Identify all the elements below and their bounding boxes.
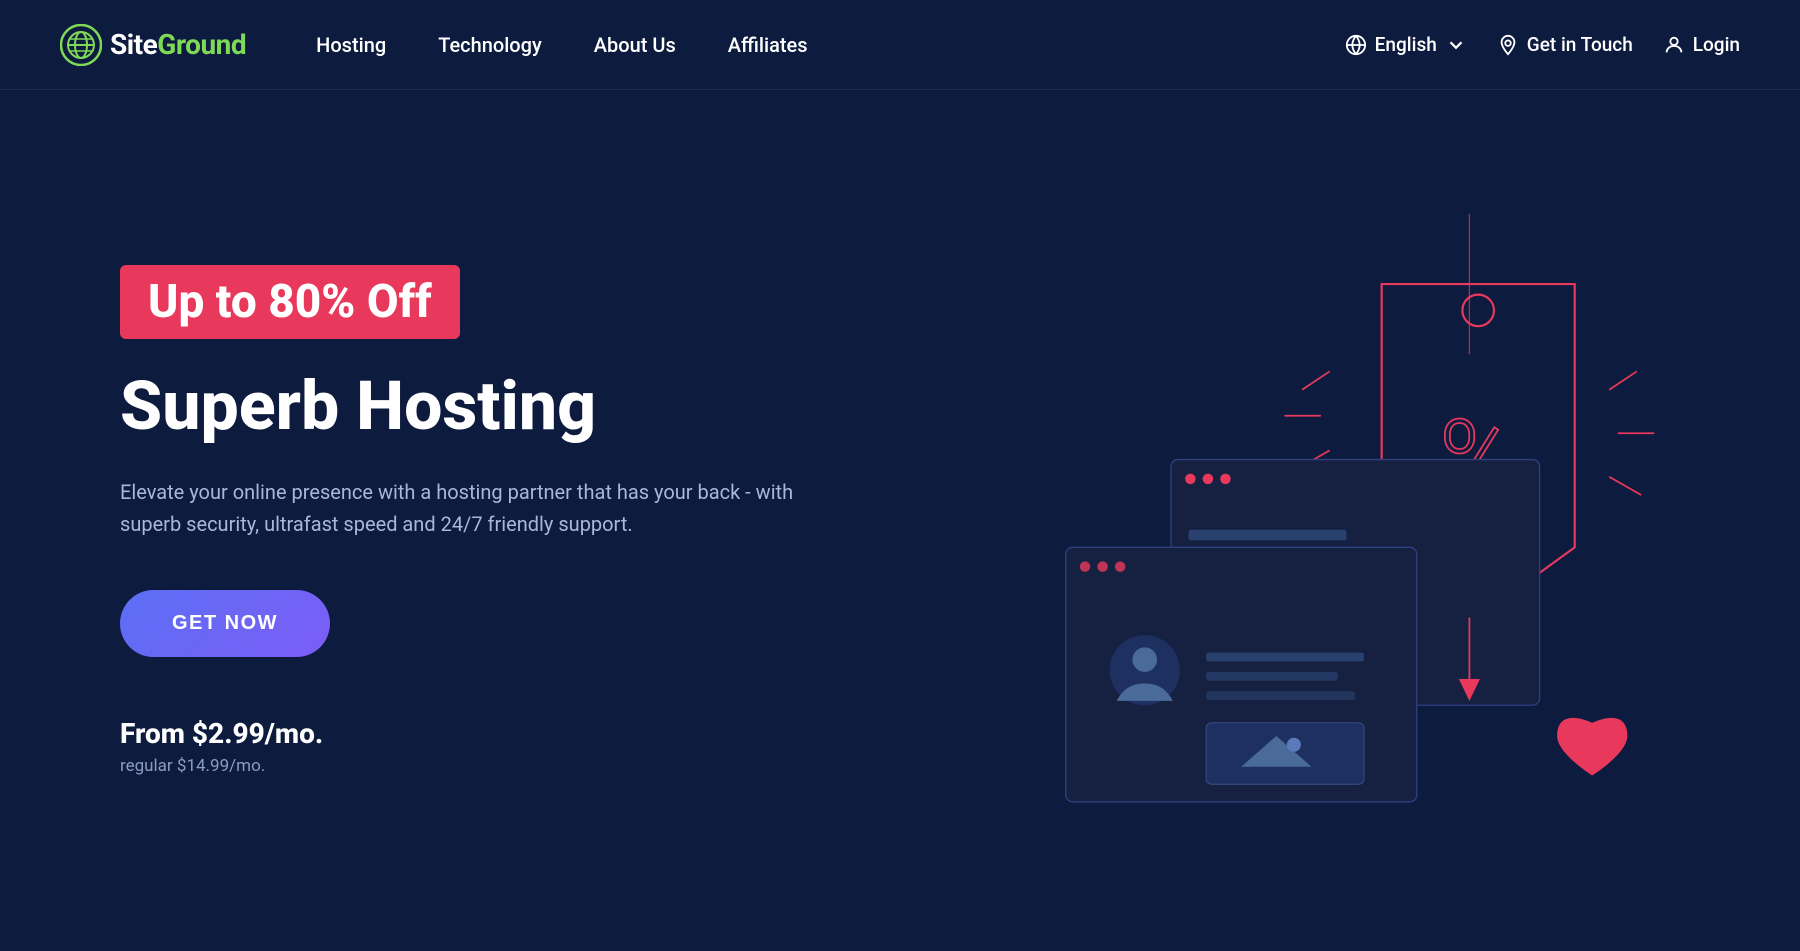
nav-link-about-us[interactable]: About Us [574, 23, 696, 67]
user-icon [1663, 34, 1685, 56]
chevron-down-icon [1445, 34, 1467, 56]
get-in-touch-link[interactable]: Get in Touch [1497, 33, 1633, 56]
login-link[interactable]: Login [1663, 33, 1740, 56]
location-icon [1497, 34, 1519, 56]
price-regular: regular $14.99/mo. [120, 756, 978, 776]
hero-description: Elevate your online presence with a host… [120, 476, 800, 540]
logo[interactable]: SiteGround [60, 24, 246, 66]
navbar: SiteGround Hosting Technology About Us A… [0, 0, 1800, 90]
cta-button[interactable]: GET NOW [120, 590, 330, 657]
logo-icon [60, 24, 102, 66]
get-in-touch-label: Get in Touch [1527, 33, 1633, 56]
discount-badge: Up to 80% Off [120, 265, 460, 340]
language-icon [1345, 34, 1367, 56]
nav-links: Hosting Technology About Us Affiliates [296, 23, 1345, 67]
hero-title: Superb Hosting [120, 369, 978, 444]
language-selector[interactable]: English [1345, 33, 1467, 56]
nav-right: English Get in Touch Login [1345, 33, 1740, 56]
login-label: Login [1693, 33, 1740, 56]
nav-link-technology[interactable]: Technology [418, 23, 562, 67]
hero-section: Up to 80% Off Superb Hosting Elevate you… [0, 90, 1800, 951]
nav-link-affiliates[interactable]: Affiliates [708, 23, 828, 67]
nav-link-hosting[interactable]: Hosting [296, 23, 406, 67]
language-label: English [1375, 33, 1437, 56]
illustration-svg: % [978, 171, 1680, 871]
price-block: From $2.99/mo. regular $14.99/mo. [120, 717, 978, 776]
hero-content: Up to 80% Off Superb Hosting Elevate you… [120, 265, 978, 776]
hero-illustration: % [978, 171, 1680, 871]
logo-text: SiteGround [110, 28, 246, 61]
price-main: From $2.99/mo. [120, 717, 978, 750]
